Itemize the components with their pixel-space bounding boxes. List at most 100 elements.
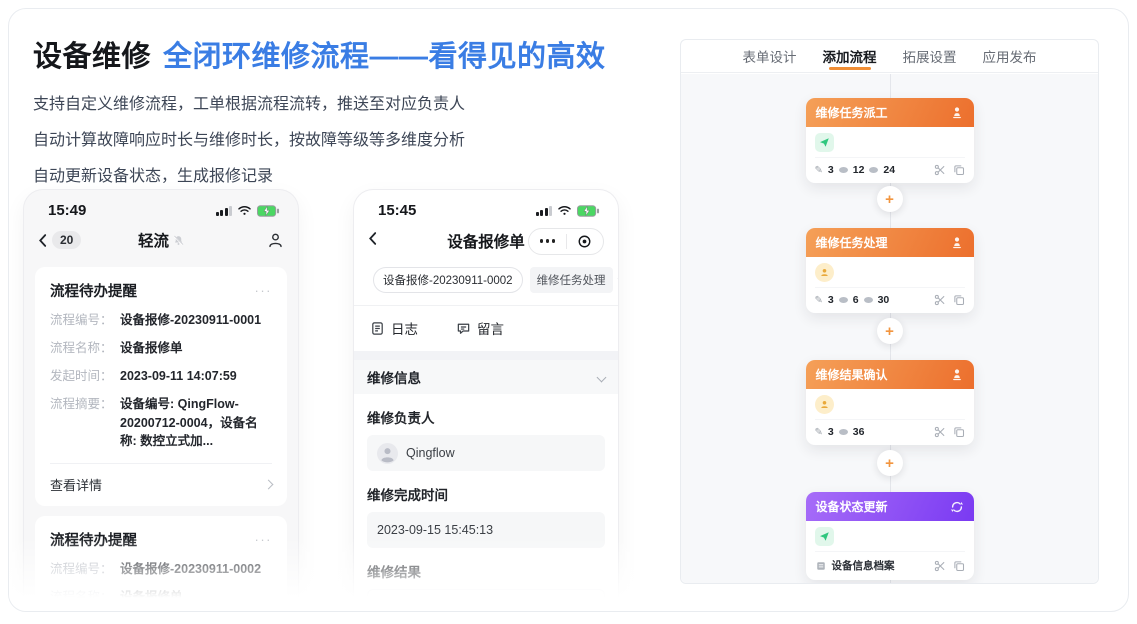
phone-mockup-wechat-list: 15:49 20 轻流 流程待办提醒 — [23, 189, 299, 612]
cellular-signal-icon — [216, 206, 233, 216]
field-row: 流程编号： 设备报修-20230911-0001 — [50, 311, 272, 329]
card-title: 流程待办提醒 — [50, 529, 137, 550]
view-fields-icon — [869, 167, 878, 173]
add-node-button[interactable]: + — [877, 186, 903, 212]
sync-icon — [950, 500, 964, 514]
tab-form-design[interactable]: 表单设计 — [743, 40, 797, 72]
status-bar: 15:45 — [354, 190, 618, 219]
contact-button[interactable] — [267, 232, 284, 249]
form-content: 维修负责人 Qingflow 维修完成时间 2023-09-15 15:45:1… — [354, 407, 618, 612]
chevron-down-icon — [597, 372, 607, 382]
add-node-button[interactable]: + — [877, 318, 903, 344]
add-node-button[interactable]: + — [877, 450, 903, 476]
tab-add-flow[interactable]: 添加流程 — [823, 40, 877, 72]
radio-option-completed[interactable]: 维修完成 — [368, 590, 604, 612]
hero-desc-line2: 自动计算故障响应时长与维修时长，按故障等级等多维度分析 — [33, 127, 673, 155]
archive-table-icon — [815, 560, 827, 572]
record-actions: 日志 留言 — [354, 306, 618, 351]
section-header[interactable]: 维修信息 — [354, 360, 618, 394]
wifi-icon — [557, 205, 572, 216]
tab-app-publish[interactable]: 应用发布 — [983, 40, 1037, 72]
node-footer: 设备信息档案 — [815, 551, 965, 573]
view-fields-icon — [864, 297, 873, 303]
result-options: 维修完成 无法修复 — [367, 589, 605, 612]
copy-node-icon[interactable] — [953, 426, 965, 438]
unread-count-badge: 20 — [52, 231, 81, 249]
auto-send-icon — [815, 527, 834, 546]
battery-charging-icon — [577, 205, 600, 217]
cut-node-icon[interactable] — [934, 294, 946, 306]
cut-node-icon[interactable] — [934, 164, 946, 176]
flow-node-handle[interactable]: 维修任务处理 ✎ 3 6 30 — [806, 228, 974, 313]
approver-stamp-icon — [950, 236, 964, 250]
node-stats: ✎ 3 12 24 — [815, 157, 965, 176]
cut-node-icon[interactable] — [934, 560, 946, 572]
status-time: 15:49 — [48, 202, 86, 219]
view-fields-icon — [839, 429, 848, 435]
field-row: 流程编号： 设备报修-20230911-0002 — [50, 560, 272, 578]
more-button[interactable] — [529, 239, 566, 243]
log-button[interactable]: 日志 — [370, 318, 418, 338]
assignee-user-icon — [815, 395, 834, 414]
record-header-row[interactable]: 设备报修-20230911-0002 维修任务处理 — [366, 267, 606, 293]
card-title: 流程待办提醒 — [50, 280, 137, 301]
phone-mockup-form-detail: 15:45 设备报修单 设备报修-20230911-0002 — [353, 189, 619, 612]
assignee-user-icon — [815, 263, 834, 282]
mute-bell-icon — [173, 235, 184, 246]
view-detail-link[interactable]: 查看详情 — [50, 464, 272, 494]
status-bar: 15:49 — [24, 190, 298, 219]
node-stats: ✎ 3 6 30 — [815, 287, 965, 306]
finish-time-field-value[interactable]: 2023-09-15 15:45:13 — [367, 512, 605, 548]
edit-fields-icon: ✎ — [815, 165, 823, 176]
copy-node-icon[interactable] — [953, 560, 965, 572]
owner-field-label: 维修负责人 — [367, 407, 605, 427]
chevron-left-icon — [38, 233, 47, 248]
flow-node-confirm[interactable]: 维修结果确认 ✎ 3 36 — [806, 360, 974, 445]
field-row: 流程摘要： 设备编号: QingFlow-20200712-0004，设备名称:… — [50, 395, 272, 449]
miniapp-nav-bar: 设备报修单 — [354, 221, 618, 261]
tab-extension-settings[interactable]: 拓展设置 — [903, 40, 957, 72]
field-row: 流程名称： 设备报修单 — [50, 339, 272, 357]
radio-checked-icon — [380, 601, 399, 613]
owner-field-value[interactable]: Qingflow — [367, 435, 605, 471]
cellular-signal-icon — [536, 206, 553, 216]
log-document-icon — [370, 321, 385, 336]
finish-time-field-label: 维修完成时间 — [367, 484, 605, 504]
copy-node-icon[interactable] — [953, 294, 965, 306]
page-title: 设备维修 全闭环维修流程——看得见的高效 — [33, 33, 673, 75]
status-time: 15:45 — [378, 202, 416, 219]
hero-section: 设备维修 全闭环维修流程——看得见的高效 支持自定义维修流程，工单根据流程流转，… — [33, 33, 673, 191]
chevron-right-icon — [264, 479, 274, 489]
status-icons — [536, 205, 601, 217]
chevron-right-icon — [617, 277, 619, 283]
section-separator — [354, 351, 618, 360]
auto-send-icon — [815, 133, 834, 152]
approver-stamp-icon — [950, 106, 964, 120]
status-icons — [216, 205, 281, 217]
wechat-nav-bar: 20 轻流 — [24, 221, 298, 259]
flow-designer-panel: 表单设计 添加流程 拓展设置 应用发布 维修任务派工 — [680, 39, 1099, 584]
linked-table-label: 设备信息档案 — [832, 558, 895, 573]
node-stats: ✎ 3 36 — [815, 419, 965, 438]
avatar — [377, 443, 398, 464]
active-tab-underline — [829, 67, 871, 70]
card-menu-button[interactable]: ··· — [255, 532, 273, 547]
flow-canvas: 维修任务派工 ✎ 3 12 24 — [681, 74, 1098, 583]
back-button[interactable]: 20 — [38, 231, 81, 249]
title-black: 设备维修 — [33, 33, 151, 75]
comment-bubble-icon — [456, 321, 471, 336]
edit-fields-icon: ✎ — [815, 295, 823, 306]
copy-node-icon[interactable] — [953, 164, 965, 176]
hero-desc-line1: 支持自定义维修流程，工单根据流程流转，推送至对应负责人 — [33, 91, 673, 119]
card-menu-button[interactable]: ··· — [255, 283, 273, 298]
view-fields-icon — [839, 297, 848, 303]
todo-card-1: 流程待办提醒 ··· 流程编号： 设备报修-20230911-0001 流程名称… — [35, 267, 287, 506]
title-blue: 全闭环维修流程——看得见的高效 — [163, 33, 606, 75]
comment-button[interactable]: 留言 — [456, 318, 504, 338]
flow-node-device-update[interactable]: 设备状态更新 设备信息档案 — [806, 492, 974, 580]
flow-node-dispatch[interactable]: 维修任务派工 ✎ 3 12 24 — [806, 98, 974, 183]
wifi-icon — [237, 205, 252, 216]
close-target-button[interactable] — [567, 234, 604, 249]
cut-node-icon[interactable] — [934, 426, 946, 438]
designer-tabs: 表单设计 添加流程 拓展设置 应用发布 — [681, 40, 1098, 73]
